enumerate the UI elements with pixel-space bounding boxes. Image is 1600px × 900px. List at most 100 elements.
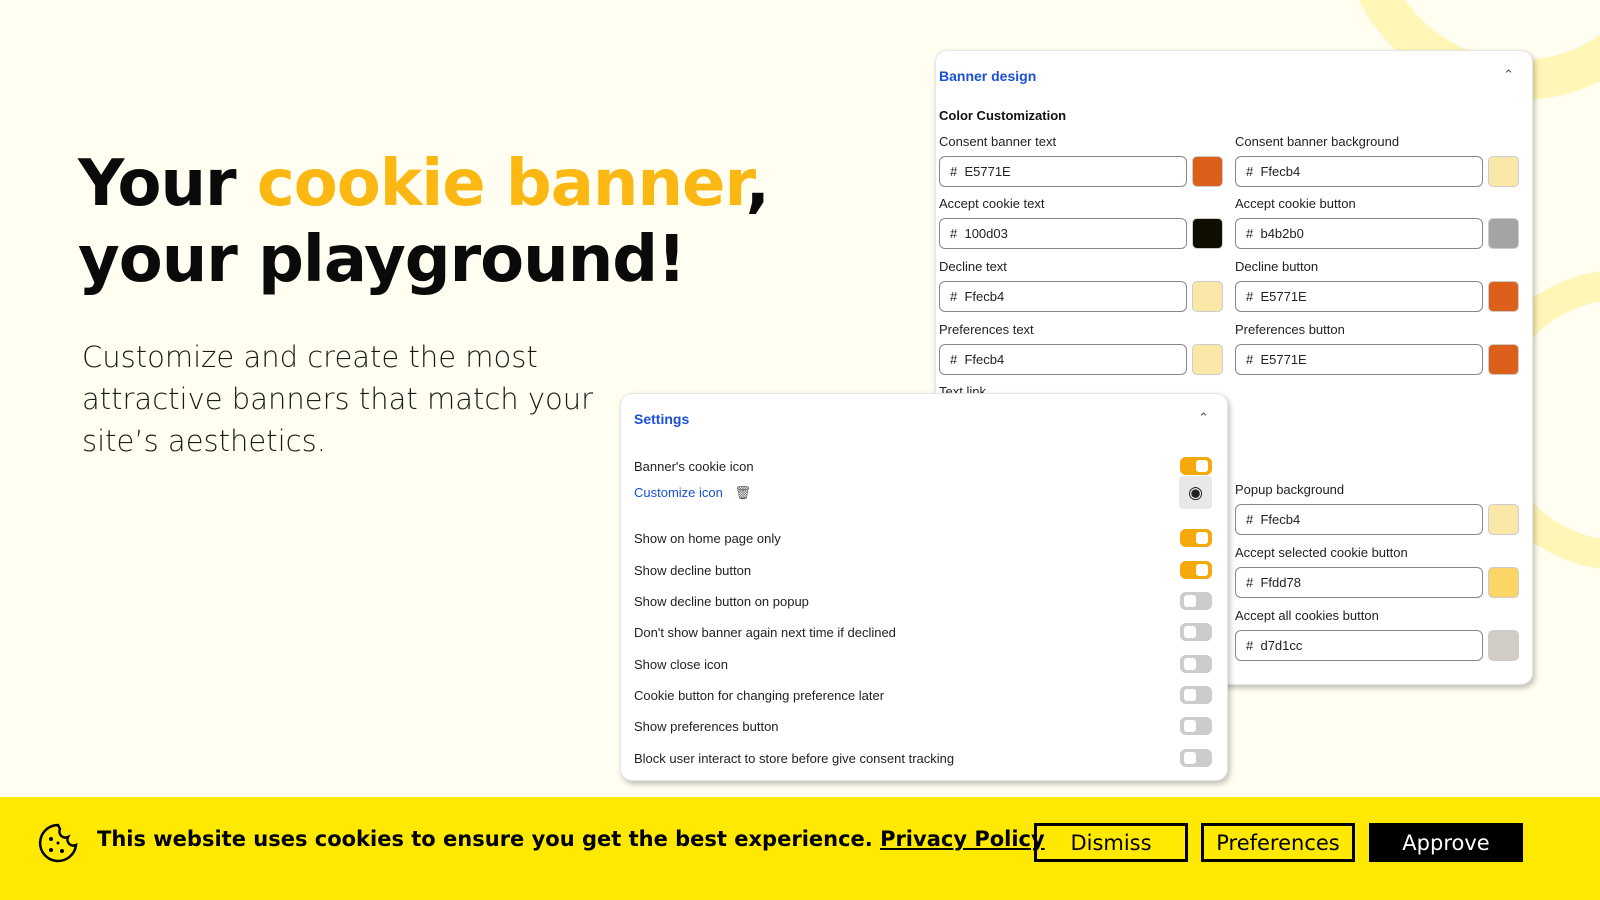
color-swatch[interactable] bbox=[1488, 281, 1519, 312]
color-field: Accept cookie button # b4b2b0 bbox=[1235, 196, 1519, 249]
setting-row: Cookie button for changing preference la… bbox=[634, 686, 1212, 704]
color-swatch[interactable] bbox=[1488, 218, 1519, 249]
setting-label: Don't show banner again next time if dec… bbox=[634, 624, 896, 640]
color-swatch[interactable] bbox=[1488, 156, 1519, 187]
cookie-message: This website uses cookies to ensure you … bbox=[97, 827, 1045, 851]
color-field: Decline text # Ffecb4 bbox=[939, 259, 1223, 312]
customize-icon-link[interactable]: Customize icon bbox=[634, 485, 723, 500]
color-swatch[interactable] bbox=[1488, 504, 1519, 535]
setting-row: Show decline button on popup bbox=[634, 592, 1212, 610]
toggle-switch[interactable] bbox=[1180, 457, 1212, 475]
color-swatch[interactable] bbox=[1192, 156, 1223, 187]
hex-input[interactable]: # E5771E bbox=[1235, 344, 1483, 375]
hex-value: Ffecb4 bbox=[964, 289, 1005, 304]
color-swatch[interactable] bbox=[1192, 218, 1223, 249]
color-field: Consent banner background # Ffecb4 bbox=[1235, 134, 1519, 187]
color-field: Preferences button # E5771E bbox=[1235, 322, 1519, 375]
color-swatch[interactable] bbox=[1192, 281, 1223, 312]
setting-label: Show preferences button bbox=[634, 718, 779, 734]
cookie-message-text: This website uses cookies to ensure you … bbox=[97, 827, 881, 851]
settings-panel: Settings ⌃ Banner's cookie icon Show on h… bbox=[620, 393, 1228, 781]
dismiss-button[interactable]: Dismiss bbox=[1034, 823, 1188, 862]
color-field: Popup background # Ffecb4 bbox=[1235, 482, 1519, 535]
hex-input[interactable]: # Ffecb4 bbox=[939, 281, 1187, 312]
hero-subtitle: Customize and create the most attractive… bbox=[82, 340, 594, 458]
color-field: Accept selected cookie button # Ffdd78 bbox=[1235, 545, 1519, 598]
setting-label: Cookie button for changing preference la… bbox=[634, 687, 885, 703]
setting-row: Show on home page only bbox=[634, 529, 1212, 547]
color-swatch[interactable] bbox=[1488, 630, 1519, 661]
setting-label: Show decline button on popup bbox=[634, 593, 809, 609]
hex-input[interactable]: # Ffecb4 bbox=[939, 344, 1187, 375]
field-label: Consent banner text bbox=[939, 134, 1057, 149]
hex-value: Ffecb4 bbox=[1260, 512, 1301, 527]
field-label: Popup background bbox=[1235, 482, 1345, 497]
section-heading: Color Customization bbox=[939, 108, 1067, 123]
privacy-policy-link[interactable]: Privacy Policy bbox=[880, 827, 1045, 851]
cookie-consent-bar: This website uses cookies to ensure you … bbox=[0, 797, 1600, 900]
hex-input[interactable]: # Ffecb4 bbox=[1235, 156, 1483, 187]
hex-value: E5771E bbox=[964, 164, 1011, 179]
hex-value: Ffdd78 bbox=[1260, 575, 1301, 590]
field-label: Accept selected cookie button bbox=[1235, 545, 1408, 560]
chevron-up-icon[interactable]: ⌃ bbox=[1503, 67, 1514, 83]
hex-input[interactable]: # E5771E bbox=[939, 156, 1187, 187]
hex-value: E5771E bbox=[1260, 289, 1307, 304]
hex-input[interactable]: # 100d03 bbox=[939, 218, 1187, 249]
field-label: Preferences button bbox=[1235, 322, 1345, 337]
field-label: Preferences text bbox=[939, 322, 1034, 337]
color-swatch[interactable] bbox=[1488, 567, 1519, 598]
color-field: Consent banner text # E5771E bbox=[939, 134, 1223, 187]
setting-label: Show on home page only bbox=[634, 530, 781, 546]
color-field: Accept all cookies button # d7d1cc bbox=[1235, 608, 1519, 661]
field-label: Consent banner background bbox=[1235, 134, 1400, 149]
color-swatch[interactable] bbox=[1192, 344, 1223, 375]
hex-input[interactable]: # d7d1cc bbox=[1235, 630, 1483, 661]
toggle-switch[interactable] bbox=[1180, 561, 1212, 579]
setting-row: Show decline button bbox=[634, 561, 1212, 579]
hero-title: Your cookie banner, your playground! bbox=[78, 146, 770, 298]
hex-value: Ffecb4 bbox=[1260, 164, 1301, 179]
title-text: Your bbox=[78, 147, 257, 221]
hex-value: 100d03 bbox=[964, 226, 1008, 241]
setting-label: Show close icon bbox=[634, 656, 728, 672]
setting-row: Block user interact to store before give… bbox=[634, 749, 1212, 767]
field-label: Decline text bbox=[939, 259, 1007, 274]
field-label: Accept all cookies button bbox=[1235, 608, 1379, 623]
color-field: Accept cookie text # 100d03 bbox=[939, 196, 1223, 249]
hex-input[interactable]: # Ffdd78 bbox=[1235, 567, 1483, 598]
hex-value: d7d1cc bbox=[1260, 638, 1303, 653]
setting-label: Show decline button bbox=[634, 562, 752, 578]
toggle-switch[interactable] bbox=[1180, 717, 1212, 735]
toggle-switch[interactable] bbox=[1180, 623, 1212, 641]
hex-input[interactable]: # E5771E bbox=[1235, 281, 1483, 312]
hex-value: Ffecb4 bbox=[964, 352, 1005, 367]
title-highlight: cookie banner bbox=[256, 147, 747, 221]
field-label: Decline button bbox=[1235, 259, 1319, 274]
toggle-switch[interactable] bbox=[1180, 592, 1212, 610]
color-field: Preferences text # Ffecb4 bbox=[939, 322, 1223, 375]
toggle-switch[interactable] bbox=[1180, 686, 1212, 704]
hex-value: E5771E bbox=[1260, 352, 1307, 367]
preferences-button[interactable]: Preferences bbox=[1201, 823, 1355, 862]
setting-row: Don't show banner again next time if dec… bbox=[634, 623, 1212, 641]
panel-title: Banner design bbox=[939, 68, 1037, 84]
hex-input[interactable]: # b4b2b0 bbox=[1235, 218, 1483, 249]
toggle-switch[interactable] bbox=[1180, 529, 1212, 547]
setting-row: Show preferences button bbox=[634, 717, 1212, 735]
color-swatch[interactable] bbox=[1488, 344, 1519, 375]
toggle-switch[interactable] bbox=[1180, 749, 1212, 767]
approve-button[interactable]: Approve bbox=[1369, 823, 1523, 862]
cookie-icon-preview[interactable]: ◉ bbox=[1179, 476, 1212, 509]
setting-row: Show close icon bbox=[634, 655, 1212, 673]
hex-input[interactable]: # Ffecb4 bbox=[1235, 504, 1483, 535]
setting-label: Banner's cookie icon bbox=[634, 458, 754, 474]
chevron-up-icon[interactable]: ⌃ bbox=[1198, 410, 1209, 426]
color-field: Decline button # E5771E bbox=[1235, 259, 1519, 312]
setting-label: Block user interact to store before give… bbox=[634, 750, 955, 766]
title-text: , bbox=[745, 147, 770, 221]
trash-icon[interactable]: 🗑 bbox=[735, 485, 752, 500]
toggle-switch[interactable] bbox=[1180, 655, 1212, 673]
hex-value: b4b2b0 bbox=[1260, 226, 1304, 241]
cookie-icon bbox=[38, 823, 78, 863]
